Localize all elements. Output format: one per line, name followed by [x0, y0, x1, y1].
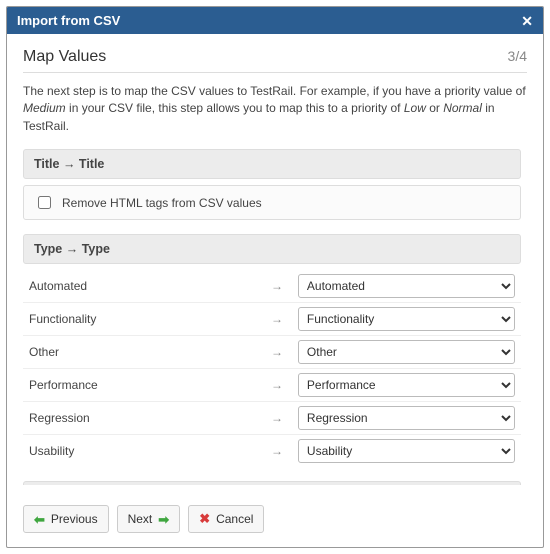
type-source-value: Functionality [23, 303, 262, 336]
type-target-select[interactable]: Regression [298, 406, 515, 430]
type-row: Functionality→Functionality [23, 303, 521, 336]
remove-html-label: Remove HTML tags from CSV values [62, 196, 262, 210]
arrow-right-icon: ➡ [158, 513, 169, 526]
previous-button[interactable]: ⬅ Previous [23, 505, 109, 533]
arrow-right-icon: → [262, 435, 292, 468]
type-row: Performance→Performance [23, 369, 521, 402]
type-source-value: Performance [23, 369, 262, 402]
arrow-right-icon: → [262, 402, 292, 435]
type-row: Regression→Regression [23, 402, 521, 435]
type-source-value: Other [23, 336, 262, 369]
remove-html-checkbox[interactable] [38, 196, 51, 209]
intro-text: The next step is to map the CSV values t… [23, 83, 527, 135]
type-row: Usability→Usability [23, 435, 521, 468]
cancel-x-icon: ✖ [199, 511, 210, 527]
type-target-select[interactable]: Other [298, 340, 515, 364]
mapping-scroll-area[interactable]: Title → Title Remove HTML tags from CSV … [23, 149, 527, 485]
arrow-right-icon: → [262, 303, 292, 336]
section-heading-title: Title → Title [23, 149, 521, 179]
type-source-value: Usability [23, 435, 262, 468]
arrow-right-icon: → [262, 270, 292, 303]
intro-em2: Low [404, 101, 426, 115]
cancel-label: Cancel [216, 512, 253, 526]
type-mapping-table: Automated→AutomatedFunctionality→Functio… [23, 270, 521, 467]
arrow-right-icon: → [262, 336, 292, 369]
divider [23, 72, 527, 73]
previous-label: Previous [51, 512, 98, 526]
type-source-value: Automated [23, 270, 262, 303]
remove-html-option[interactable]: Remove HTML tags from CSV values [23, 185, 521, 220]
type-row: Automated→Automated [23, 270, 521, 303]
cancel-button[interactable]: ✖ Cancel [188, 505, 264, 533]
type-target-select[interactable]: Performance [298, 373, 515, 397]
intro-em3: Normal [443, 101, 482, 115]
title-row: Map Values 3/4 [23, 48, 527, 66]
section-heading-priority: Priority → Priority [23, 481, 521, 485]
modal-title: Import from CSV [17, 13, 120, 28]
next-button[interactable]: Next ➡ [117, 505, 181, 533]
arrow-left-icon: ⬅ [34, 513, 45, 526]
modal-footer: ⬅ Previous Next ➡ ✖ Cancel [7, 495, 543, 547]
import-csv-modal: Import from CSV ✕ Map Values 3/4 The nex… [6, 6, 544, 548]
intro-part1: The next step is to map the CSV values t… [23, 84, 526, 98]
next-label: Next [128, 512, 153, 526]
type-source-value: Regression [23, 402, 262, 435]
step-indicator: 3/4 [508, 48, 527, 64]
modal-body: Map Values 3/4 The next step is to map t… [7, 34, 543, 495]
modal-header: Import from CSV ✕ [7, 7, 543, 34]
intro-em1: Medium [23, 101, 66, 115]
type-target-select[interactable]: Automated [298, 274, 515, 298]
page-title: Map Values [23, 48, 106, 66]
intro-part3: or [426, 101, 443, 115]
intro-part2: in your CSV file, this step allows you t… [66, 101, 404, 115]
type-target-select[interactable]: Usability [298, 439, 515, 463]
type-target-select[interactable]: Functionality [298, 307, 515, 331]
type-row: Other→Other [23, 336, 521, 369]
section-heading-type: Type → Type [23, 234, 521, 264]
arrow-right-icon: → [262, 369, 292, 402]
close-icon[interactable]: ✕ [521, 14, 533, 28]
